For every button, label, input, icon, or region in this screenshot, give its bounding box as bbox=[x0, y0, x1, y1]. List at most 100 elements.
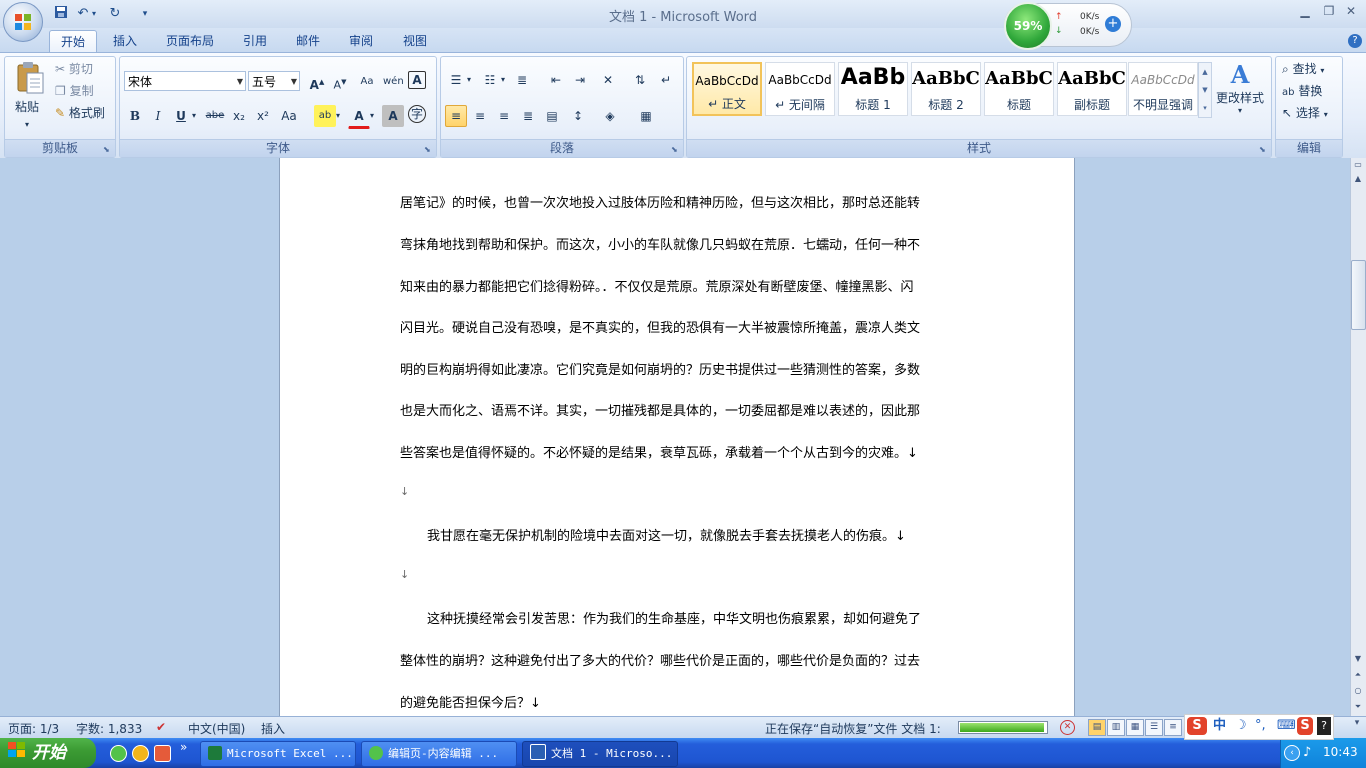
multilevel-list-icon[interactable]: ≣ bbox=[511, 69, 533, 91]
more-styles-icon[interactable]: ▾ bbox=[1199, 99, 1211, 117]
superscript-button[interactable]: x² bbox=[252, 105, 274, 127]
doc-line[interactable]: 整体性的崩坍？这种避免付出了多大的代价？哪些代价是正面的，哪些代价是负面的？过去 bbox=[400, 650, 920, 669]
doc-line[interactable]: 居笔记》的时候，也曾一次次地投入过肢体历险和精神历险，但与这次相比，那时总还能转 bbox=[400, 192, 920, 211]
cut-button[interactable]: ✂ 剪切 bbox=[55, 59, 93, 79]
grow-font-icon[interactable]: A▲ bbox=[306, 71, 328, 93]
dialog-launcher-icon[interactable]: ⬊ bbox=[103, 145, 112, 154]
office-button[interactable] bbox=[3, 2, 43, 42]
help-icon[interactable]: ? bbox=[1348, 34, 1362, 48]
bullets-dropdown-icon[interactable]: ▾ bbox=[463, 69, 475, 91]
help-icon[interactable]: ? bbox=[1317, 717, 1331, 735]
italic-button[interactable]: I bbox=[147, 105, 169, 127]
font-size-combo[interactable]: 五号 ▼ bbox=[248, 71, 300, 91]
find-button[interactable]: ⌕ 查找 ▾ bbox=[1282, 59, 1324, 79]
paste-icon[interactable] bbox=[15, 61, 45, 95]
plus-icon[interactable]: + bbox=[1105, 16, 1121, 32]
insert-mode[interactable]: 插入 bbox=[261, 720, 285, 737]
align-left-icon[interactable]: ≡ bbox=[445, 105, 467, 127]
doc-line[interactable]: 弯抹角地找到帮助和保护。而这次，小小的车队就像几只蚂蚁在荒原．七蠕动，任何一种不 bbox=[400, 234, 920, 253]
doc-line[interactable]: 我甘愿在毫无保护机制的险境中去面对这一切，就像脱去手套去抚摸老人的伤痕。↓ bbox=[427, 525, 906, 544]
print-layout-icon[interactable]: ▤ bbox=[1088, 719, 1106, 736]
increase-indent-icon[interactable]: ⇥ bbox=[569, 69, 591, 91]
close-icon[interactable]: ✕ bbox=[1340, 4, 1362, 20]
tab-review[interactable]: 审阅 bbox=[341, 30, 381, 52]
style-subtitle[interactable]: AaBbC 副标题 bbox=[1057, 62, 1127, 116]
ruler-toggle-icon[interactable]: ▭ bbox=[1350, 158, 1366, 172]
styles-scroll[interactable]: ▲ ▼ ▾ bbox=[1198, 62, 1212, 118]
highlight-dropdown-icon[interactable]: ▾ bbox=[332, 105, 344, 127]
next-page-icon[interactable]: ⏷ bbox=[1350, 700, 1366, 714]
change-case-button[interactable]: Aa bbox=[278, 105, 300, 127]
ime-toolbar[interactable]: S 中 ☽ °, ⌨ S ? bbox=[1184, 714, 1334, 740]
keyboard-icon[interactable]: ⌨ bbox=[1277, 717, 1296, 735]
paragraph-mark[interactable]: ↓ bbox=[400, 568, 409, 581]
doc-line[interactable]: 知来由的暴力都能把它们捻得粉碎。．不仅仅是荒原。荒原深处有断壁废堡、幢撞黑影、闪 bbox=[400, 276, 914, 295]
quicklaunch-more-icon[interactable]: » bbox=[180, 740, 187, 754]
resize-grip-icon[interactable]: ▾ bbox=[1350, 718, 1364, 736]
tab-mailings[interactable]: 邮件 bbox=[288, 30, 328, 52]
dialog-launcher-icon[interactable]: ⬊ bbox=[671, 145, 680, 154]
tray-expand-icon[interactable]: ‹ bbox=[1284, 745, 1300, 761]
web-layout-icon[interactable]: ▦ bbox=[1126, 719, 1144, 736]
paste-dropdown-icon[interactable]: ▾ bbox=[25, 115, 29, 135]
sogou-skin-icon[interactable]: S bbox=[1297, 717, 1313, 735]
select-button[interactable]: ↖ 选择 ▾ bbox=[1282, 103, 1328, 123]
doc-line[interactable]: 明的巨构崩坍得如此凄凉。它们究竟是如何崩坍的？历史书提供过一些猜测性的答案，多数 bbox=[400, 359, 920, 378]
word-count[interactable]: 字数: 1,833 bbox=[76, 720, 142, 737]
task-excel[interactable]: Microsoft Excel ... bbox=[200, 741, 356, 767]
tab-insert[interactable]: 插入 bbox=[104, 30, 146, 52]
clear-format-icon[interactable]: Aa bbox=[356, 71, 378, 93]
bold-button[interactable]: B bbox=[124, 105, 146, 127]
paste-button[interactable]: 粘贴 bbox=[15, 97, 39, 117]
distributed-icon[interactable]: ▤ bbox=[541, 105, 563, 127]
replace-button[interactable]: ab 替换 bbox=[1282, 81, 1322, 101]
align-right-icon[interactable]: ≡ bbox=[493, 105, 515, 127]
moon-icon[interactable]: ☽ bbox=[1235, 717, 1247, 735]
paragraph-mark[interactable]: ↓ bbox=[400, 485, 409, 498]
font-name-combo[interactable]: 宋体 ▼ bbox=[124, 71, 246, 91]
enclose-char-icon[interactable]: 字 bbox=[408, 105, 426, 123]
clock[interactable]: 10:43 bbox=[1323, 745, 1358, 759]
cancel-save-icon[interactable]: ✕ bbox=[1060, 720, 1075, 735]
doc-line[interactable]: 也是大而化之、语焉不详。其实，一切摧残都是具体的，一切委屈都是难以表述的，因此那 bbox=[400, 400, 920, 419]
show-marks-icon[interactable]: ↵ bbox=[655, 69, 677, 91]
line-spacing-icon[interactable]: ↕ bbox=[567, 105, 589, 127]
volume-icon[interactable]: ♪ bbox=[1303, 745, 1318, 760]
punctuation-icon[interactable]: °, bbox=[1255, 717, 1266, 735]
style-heading-2[interactable]: AaBbC 标题 2 bbox=[911, 62, 981, 116]
proofing-icon[interactable]: ✔ bbox=[156, 720, 166, 734]
document-page[interactable]: 居笔记》的时候，也曾一次次地投入过肢体历险和精神历险，但与这次相比，那时总还能转… bbox=[279, 158, 1075, 716]
language-indicator[interactable]: 中文(中国) bbox=[188, 720, 245, 737]
borders-icon[interactable]: ▦ bbox=[635, 105, 657, 127]
minimize-icon[interactable]: ▁ bbox=[1294, 4, 1316, 20]
style-no-spacing[interactable]: AaBbCcDd ↵ 无间隔 bbox=[765, 62, 835, 116]
doc-line[interactable]: 些答案也是值得怀疑的。不必怀疑的是结果，衰草瓦砾，承载着一个个从古到今的灾难。↓ bbox=[400, 442, 918, 461]
shading-icon[interactable]: ◈ bbox=[599, 105, 621, 127]
scroll-up-icon[interactable]: ▲ bbox=[1350, 172, 1366, 186]
style-title[interactable]: AaBbC 标题 bbox=[984, 62, 1054, 116]
restore-icon[interactable]: ❐ bbox=[1318, 4, 1340, 20]
ime-mode[interactable]: 中 bbox=[1213, 717, 1226, 735]
style-heading-1[interactable]: AaBb 标题 1 bbox=[838, 62, 908, 116]
tab-page-layout[interactable]: 页面布局 bbox=[158, 30, 222, 52]
dialog-launcher-icon[interactable]: ⬊ bbox=[424, 145, 433, 154]
page-indicator[interactable]: 页面: 1/3 bbox=[8, 720, 59, 737]
doc-line[interactable]: 这种抚摸经常会引发苦思：作为我们的生命基座，中华文明也伤痕累累，却如何避免了 bbox=[427, 608, 921, 627]
dialog-launcher-icon[interactable]: ⬊ bbox=[1259, 145, 1268, 154]
decrease-indent-icon[interactable]: ⇤ bbox=[545, 69, 567, 91]
browser-quicklaunch-icon[interactable] bbox=[110, 745, 127, 762]
phonetic-guide-icon[interactable]: wén bbox=[382, 71, 404, 93]
browse-object-icon[interactable]: ○ bbox=[1350, 684, 1366, 698]
tab-home[interactable]: 开始 bbox=[49, 30, 97, 53]
numbering-dropdown-icon[interactable]: ▾ bbox=[497, 69, 509, 91]
scroll-down-icon[interactable]: ▼ bbox=[1350, 652, 1366, 666]
format-painter-button[interactable]: ✎ 格式刷 bbox=[55, 103, 105, 123]
style-normal[interactable]: AaBbCcDd ↵ 正文 bbox=[692, 62, 762, 116]
change-styles-button[interactable]: A 更改样式 ▾ bbox=[1214, 60, 1266, 124]
justify-icon[interactable]: ≣ bbox=[517, 105, 539, 127]
draft-icon[interactable]: ≡ bbox=[1164, 719, 1182, 736]
doc-line[interactable]: 的避免能否担保今后？↓ bbox=[400, 692, 541, 711]
char-shading-icon[interactable]: A bbox=[382, 105, 404, 127]
underline-dropdown-icon[interactable]: ▾ bbox=[188, 105, 200, 127]
subscript-button[interactable]: x₂ bbox=[228, 105, 250, 127]
